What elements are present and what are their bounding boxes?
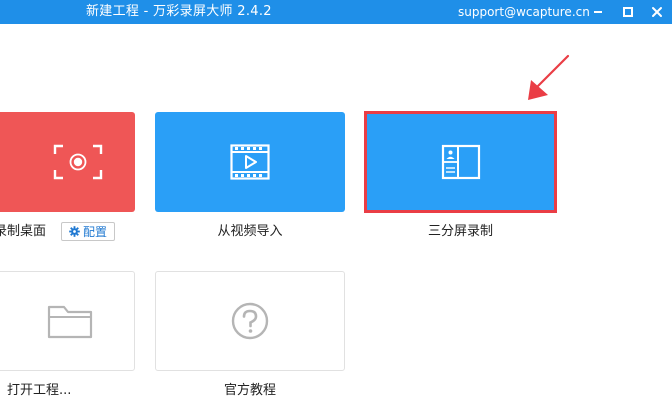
minimize-icon: [594, 11, 602, 13]
open-project-tile[interactable]: [0, 271, 135, 371]
tutorial-tile[interactable]: [155, 271, 345, 371]
open-project-label: 打开工程...: [7, 383, 72, 398]
title-bar: 新建工程 - 万彩录屏大师 2.4.2 support@wcapture.cn: [0, 0, 672, 24]
maximize-button[interactable]: [615, 0, 641, 24]
folder-icon: [47, 305, 92, 339]
close-button[interactable]: [644, 0, 670, 24]
close-icon: [652, 7, 662, 17]
record-screen-icon: [53, 144, 102, 180]
split-screen-record-tile[interactable]: [364, 111, 557, 213]
video-film-icon: [230, 144, 270, 180]
split-screen-icon: [441, 144, 480, 180]
question-icon: [231, 302, 269, 340]
pointer-arrow-icon: [528, 54, 570, 100]
minimize-button[interactable]: [585, 0, 611, 24]
tutorial-label: 官方教程: [223, 383, 276, 398]
config-label: 配置: [82, 225, 107, 239]
support-email-link[interactable]: support@wcapture.cn: [458, 4, 590, 20]
maximize-icon: [623, 7, 633, 17]
import-video-tile[interactable]: [155, 112, 345, 212]
window-title: 新建工程 - 万彩录屏大师 2.4.2: [86, 4, 272, 19]
gear-icon: [69, 226, 80, 237]
split-screen-record-label: 三分屏录制: [427, 224, 493, 239]
config-button[interactable]: 配置: [61, 222, 115, 241]
record-desktop-tile[interactable]: [0, 112, 135, 212]
import-video-label: 从视频导入: [217, 224, 283, 239]
record-desktop-label: 录制桌面: [0, 224, 47, 239]
